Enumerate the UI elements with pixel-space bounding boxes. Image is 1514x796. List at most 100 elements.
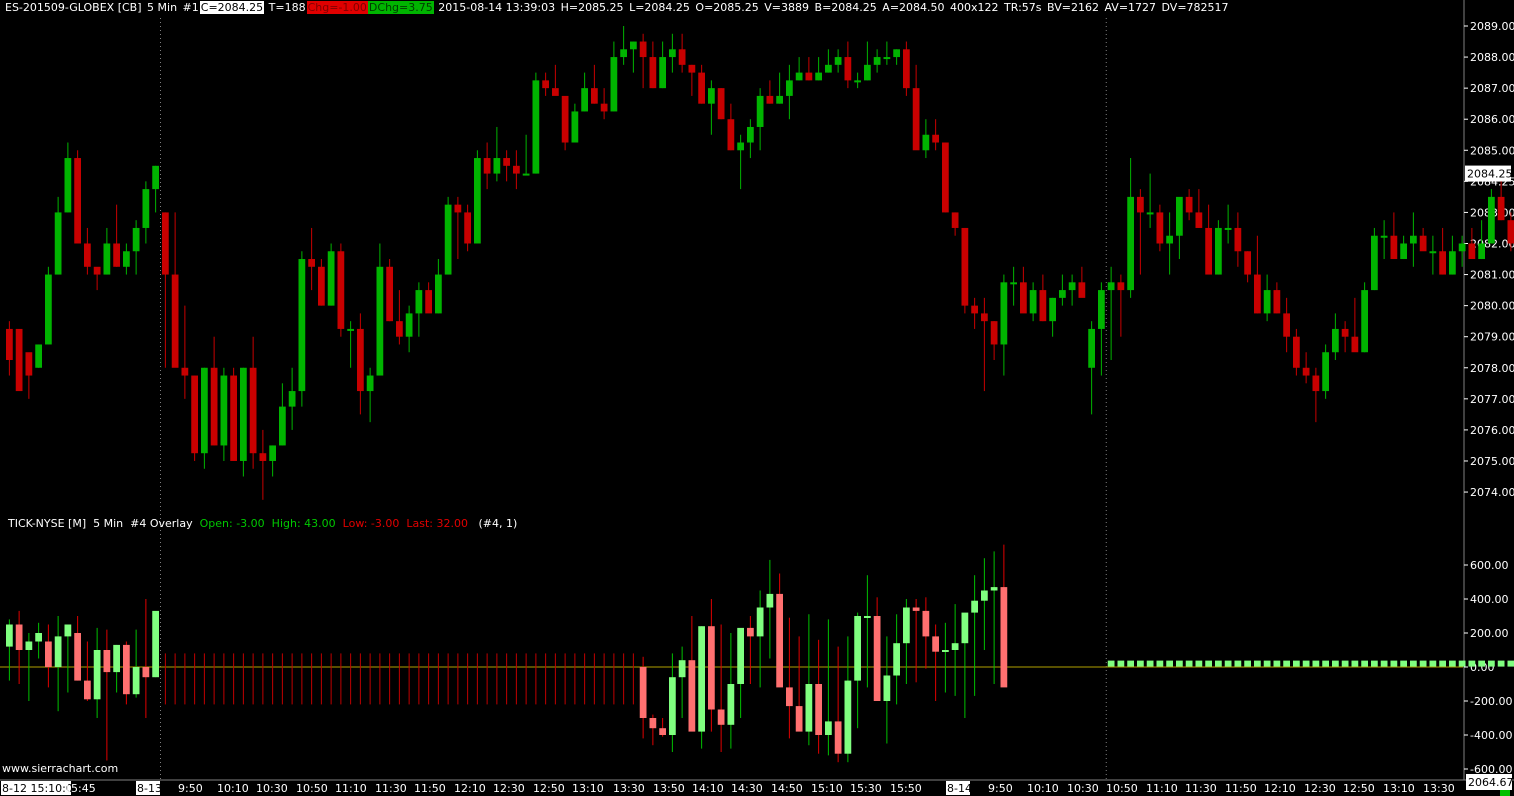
price-candle-body: [600, 103, 608, 112]
tick-flat-marker: [1146, 660, 1154, 667]
tick-candle-body: [932, 636, 939, 652]
tick-candle-body: [834, 721, 842, 754]
tick-flat-marker: [1468, 660, 1476, 667]
time-axis-label: 11:50: [1225, 782, 1257, 795]
price-candle-body: [610, 57, 618, 112]
time-axis-label: 11:30: [375, 782, 407, 795]
overlay-name: TICK-NYSE [M]: [8, 517, 87, 530]
price-candle-body: [444, 204, 452, 275]
time-axis-label: 9:50: [988, 782, 1013, 795]
tick-candle-body: [971, 600, 978, 613]
corner-status-indicator: [1500, 790, 1510, 796]
tick-candle-body: [103, 650, 111, 673]
time-axis-label: 10:50: [1106, 782, 1138, 795]
overlay-low: Low: -3.00: [342, 517, 400, 530]
tick-axis-label: -200.00: [1470, 695, 1512, 708]
header-timer: TR:57s: [1004, 1, 1042, 14]
time-axis-label: 14:30: [731, 782, 763, 795]
price-candle-body: [805, 72, 813, 81]
price-candle-body: [1059, 290, 1066, 298]
tick-flat-marker: [1293, 660, 1300, 667]
tick-flat-marker: [1137, 660, 1144, 667]
tick-flat-marker: [1254, 660, 1261, 667]
overlay-timeframe: 5 Min: [93, 517, 124, 530]
time-axis-label: 13:10: [1383, 782, 1415, 795]
price-candle-body: [1234, 227, 1242, 252]
price-candle-body: [552, 88, 559, 96]
price-candle-body: [1156, 212, 1164, 244]
price-candle-body: [815, 72, 822, 81]
price-candle-body: [1341, 328, 1349, 337]
price-candle-body: [493, 158, 501, 174]
time-axis-date-label: 8-14: [947, 782, 972, 795]
price-candle-body: [581, 88, 588, 112]
price-candle-body: [1098, 290, 1105, 329]
overlay-ref: #4 Overlay: [130, 517, 193, 530]
price-candle-body: [405, 313, 413, 337]
price-candle-body: [1410, 235, 1417, 244]
tick-flat-marker: [1410, 660, 1417, 667]
tick-flat-marker: [1107, 660, 1115, 667]
tick-flat-marker: [1312, 660, 1320, 667]
price-candle-body: [795, 72, 803, 81]
price-tick-label: 2077.00: [1470, 393, 1514, 406]
header-high: H=2085.25: [560, 1, 624, 14]
tick-candle-body: [883, 675, 891, 701]
price-candle-body: [230, 375, 237, 461]
price-candle-body: [1293, 336, 1300, 368]
price-tick-label: 2089.00: [1470, 20, 1514, 33]
tick-candle-body: [864, 616, 871, 618]
tick-candle-body: [678, 660, 686, 678]
tick-candle-body: [747, 627, 754, 637]
price-candle-body: [152, 165, 159, 190]
price-candle-body: [1029, 290, 1037, 314]
price-candle-body: [1312, 375, 1320, 392]
price-tick-label: 2078.00: [1470, 362, 1514, 375]
price-candle-body: [776, 95, 783, 104]
tick-flat-marker: [1380, 660, 1388, 667]
price-candle-body: [1322, 352, 1329, 392]
tick-flat-marker: [1488, 660, 1495, 667]
current-price-label: 2084.25: [1467, 168, 1513, 181]
price-candle-body: [1010, 282, 1017, 285]
price-candle-body: [942, 142, 949, 213]
header-close: C=2084.25: [199, 1, 265, 14]
tick-flat-marker: [1497, 660, 1505, 667]
tick-candle-body: [152, 610, 159, 678]
price-candle-body: [1127, 196, 1134, 291]
price-candle-body: [327, 251, 335, 306]
price-tick-label: 2085.00: [1470, 144, 1514, 157]
time-axis-label: 9:50: [178, 782, 203, 795]
time-axis-label: 12:50: [533, 782, 565, 795]
tick-candle-body: [639, 667, 647, 718]
price-candle-body: [1497, 196, 1505, 221]
price-candle-body: [220, 375, 228, 446]
price-candle-body: [396, 321, 403, 337]
time-axis-label: 10:10: [1027, 782, 1059, 795]
price-candle-body: [1478, 243, 1485, 260]
overlay-open: Open: -3.00: [199, 517, 265, 530]
price-candle-body: [464, 212, 471, 244]
price-candle-body: [912, 88, 920, 151]
price-candle-body: [74, 158, 81, 244]
tick-candle-body: [844, 680, 852, 754]
header-delta-volume: DV=782517: [1161, 1, 1229, 14]
tick-candle-body: [708, 626, 715, 710]
tick-axis-label: 400.00: [1470, 593, 1509, 606]
tick-candle-body: [142, 667, 150, 678]
header-ask-volume: AV=1727: [1104, 1, 1157, 14]
tick-candle-body: [873, 616, 881, 701]
tick-flat-marker: [1127, 660, 1134, 667]
price-candle-body: [1176, 196, 1183, 236]
price-candle-body: [903, 49, 910, 89]
tick-flat-marker: [1332, 660, 1339, 667]
price-tick-label: 2074.00: [1470, 486, 1514, 499]
time-axis-label: 11:10: [335, 782, 367, 795]
tick-flat-marker: [1400, 660, 1407, 667]
time-axis-label: 13:30: [1423, 782, 1455, 795]
price-candle-body: [54, 212, 62, 275]
price-candle-body: [786, 80, 793, 96]
overlay-last: Last: 32.00: [406, 517, 468, 530]
tick-flat-marker: [1117, 660, 1125, 667]
price-candle-body: [1458, 243, 1466, 252]
